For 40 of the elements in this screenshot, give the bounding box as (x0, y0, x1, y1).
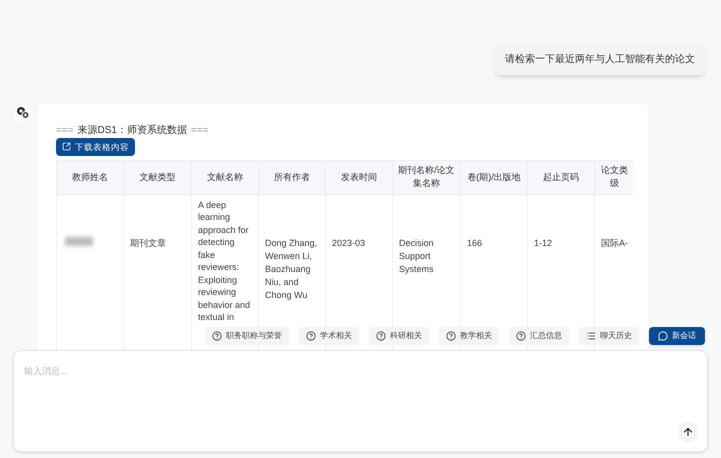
column-header: 论文类级 (601, 165, 628, 188)
help-icon (446, 331, 456, 341)
column-header: 教师姓名 (72, 172, 108, 182)
export-icon (62, 142, 71, 152)
chat-bubble-icon (658, 331, 668, 341)
quick-action-button[interactable]: 学术相关 (299, 327, 359, 345)
table-cell: 2023-03 (332, 238, 366, 248)
quick-action-button[interactable]: 职务职称与荣誉 (205, 327, 289, 345)
help-icon (376, 331, 386, 341)
column-header: 文献类型 (140, 172, 176, 182)
column-header: 文献名称 (207, 172, 243, 182)
list-icon (586, 331, 596, 341)
column-header: 卷(期)/出版地 (467, 172, 521, 182)
column-header: 所有作者 (274, 172, 310, 182)
column-header: 发表时间 (341, 172, 377, 182)
quick-action-button[interactable]: 汇总信息 (509, 327, 569, 345)
quick-action-button[interactable]: 聊天历史 (579, 327, 639, 345)
new-chat-button[interactable]: 新会话 (649, 327, 705, 345)
help-icon (306, 331, 316, 341)
user-message: 请检索一下最近两年与人工智能有关的论文 (495, 44, 705, 75)
help-icon (516, 331, 526, 341)
blurred-name (65, 236, 93, 246)
help-icon (212, 331, 222, 341)
quick-action-button[interactable]: 教学相关 (439, 327, 499, 345)
column-header: 起止页码 (543, 172, 579, 182)
heading-marker: === (190, 124, 209, 137)
source-heading: 来源DS1：师资系统数据 (78, 124, 187, 137)
table-cell: Dong Zhang, Wenwen Li, Baozhuang Niu, and Chong Wu (265, 238, 318, 300)
heading-marker: === (56, 124, 74, 137)
table-cell: 1-12 (534, 238, 552, 248)
message-input[interactable]: 输入消息... (13, 350, 708, 452)
arrow-up-icon (682, 426, 694, 438)
quick-action-button[interactable]: 科研相关 (369, 327, 429, 345)
table-cell: A deep learning approach for detecting fake reviewers: Exploiting reviewing behavior and textual in (198, 200, 250, 322)
table-cell: 国际A- (601, 238, 628, 248)
column-header: 期刊名称/论文集名称 (398, 165, 455, 188)
table-cell: 期刊文章 (130, 238, 166, 248)
table-cell: 166 (467, 238, 482, 248)
table-cell: Decision Support Systems (399, 238, 434, 274)
download-button[interactable]: 下载表格内容 (56, 138, 135, 156)
